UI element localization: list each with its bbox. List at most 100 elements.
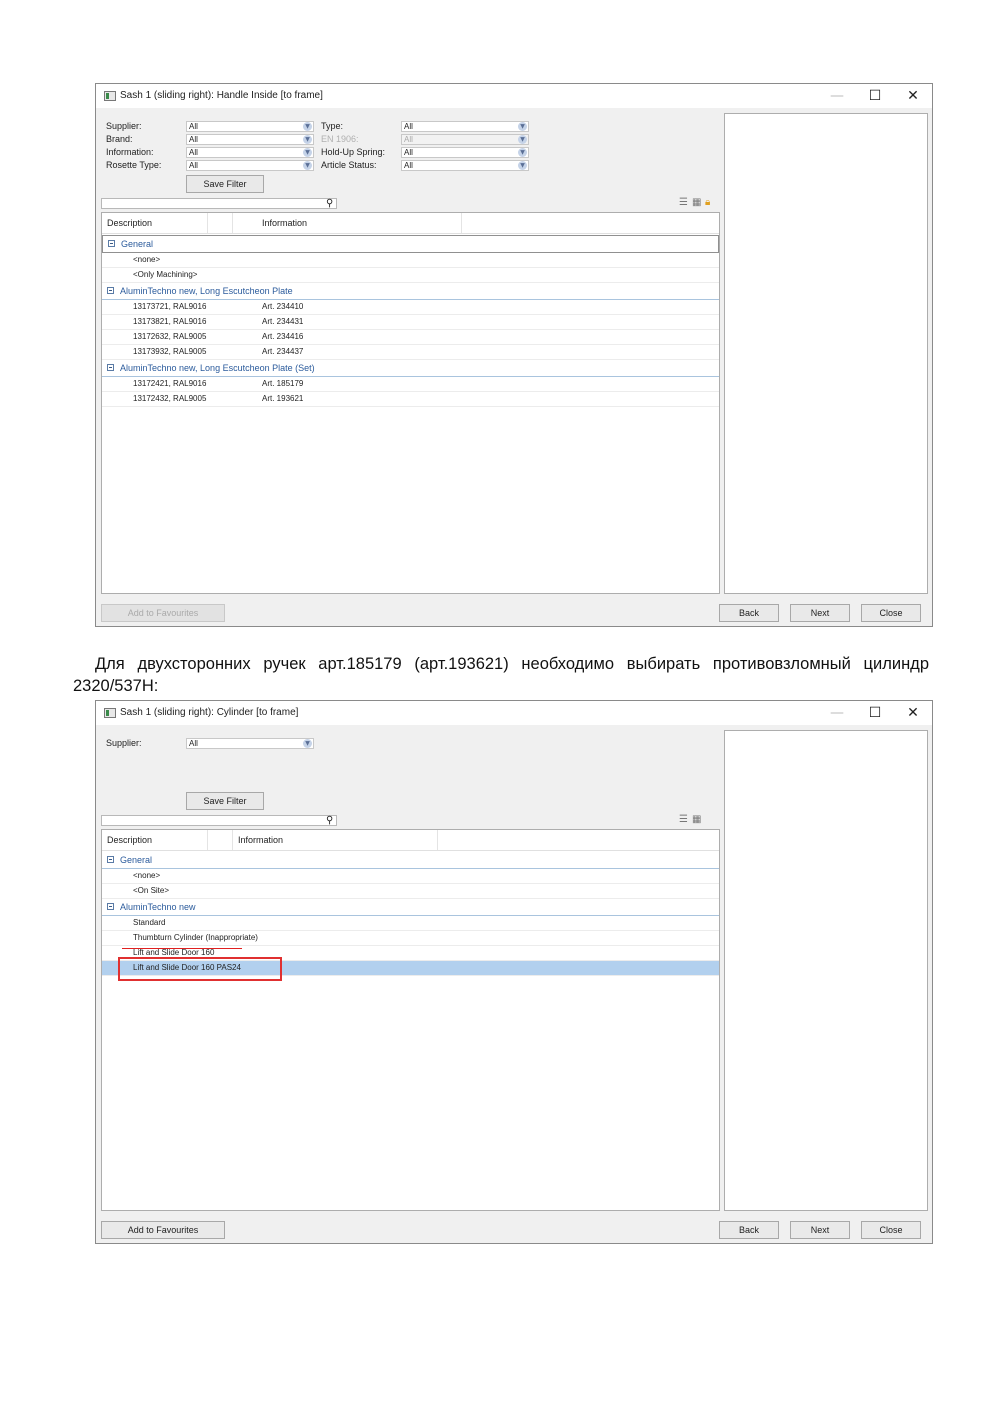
supplier-combo[interactable]: All ▼ — [186, 738, 314, 749]
handle-selection-window: Sash 1 (sliding right): Handle Inside [t… — [95, 83, 933, 627]
rosette-type-label: Rosette Type: — [106, 160, 162, 170]
list-item[interactable]: 13173821, RAL9016 Art. 234431 — [102, 315, 719, 330]
close-button[interactable]: Close — [861, 1221, 921, 1239]
app-icon — [104, 708, 116, 718]
collapse-icon[interactable] — [107, 856, 114, 863]
en1906-value: All — [404, 135, 413, 144]
close-window-button[interactable]: ✕ — [896, 86, 930, 106]
column-information[interactable]: Information — [233, 213, 462, 233]
maximize-button[interactable]: ☐ — [858, 703, 892, 723]
group-long-escutcheon-set[interactable]: AluminTechno new, Long Escutcheon Plate … — [102, 360, 719, 377]
chevron-down-icon: ▼ — [518, 122, 527, 131]
list-item[interactable]: <none> — [102, 869, 719, 884]
type-label: Type: — [321, 121, 344, 131]
group-title: General — [120, 855, 153, 865]
column-spacer — [208, 830, 233, 850]
item-description: 13173821, RAL9016 — [133, 317, 207, 326]
hold-up-spring-combo[interactable]: All ▼ — [401, 147, 529, 158]
search-icon[interactable]: ⚲ — [326, 198, 333, 209]
list-item[interactable]: 13173721, RAL9016 Art. 234410 — [102, 300, 719, 315]
back-button[interactable]: Back — [719, 604, 779, 622]
hold-up-spring-value: All — [404, 148, 413, 157]
item-description: Standard — [133, 918, 166, 927]
window-title: Sash 1 (sliding right): Handle Inside [t… — [120, 90, 323, 101]
collapse-icon[interactable] — [107, 287, 114, 294]
column-header: Description Information — [102, 213, 719, 234]
column-information[interactable]: Information — [233, 830, 438, 850]
type-combo[interactable]: All ▼ — [401, 121, 529, 132]
brand-combo[interactable]: All ▼ — [186, 134, 314, 145]
list-view-icon[interactable]: ☰ — [679, 814, 688, 826]
list-item[interactable]: <On Site> — [102, 884, 719, 899]
type-value: All — [404, 122, 413, 131]
column-description[interactable]: Description — [102, 830, 208, 850]
add-to-favourites-button[interactable]: Add to Favourites — [101, 604, 225, 622]
group-general[interactable]: General — [102, 852, 719, 869]
save-filter-button[interactable]: Save Filter — [186, 175, 264, 193]
chevron-down-icon: ▼ — [303, 135, 312, 144]
collapse-icon[interactable] — [107, 903, 114, 910]
search-input[interactable] — [101, 198, 337, 209]
search-input[interactable] — [101, 815, 337, 826]
item-description: 13173932, RAL9005 — [133, 347, 207, 356]
add-to-favourites-button[interactable]: Add to Favourites — [101, 1221, 225, 1239]
list-item[interactable]: 13172632, RAL9005 Art. 234416 — [102, 330, 719, 345]
cylinder-selection-window: Sash 1 (sliding right): Cylinder [to fra… — [95, 700, 933, 1244]
group-alumintechno-new[interactable]: AluminTechno new — [102, 899, 719, 916]
item-description: 13172432, RAL9005 — [133, 394, 207, 403]
highlight-annotation — [118, 957, 282, 981]
article-status-combo[interactable]: All ▼ — [401, 160, 529, 171]
grid-view-icon[interactable]: ▦ — [692, 197, 701, 209]
next-button[interactable]: Next — [790, 604, 850, 622]
list-item[interactable]: <none> — [102, 253, 719, 268]
back-button[interactable]: Back — [719, 1221, 779, 1239]
item-description: 13172421, RAL9016 — [133, 379, 207, 388]
list-item[interactable]: 13172421, RAL9016 Art. 185179 — [102, 377, 719, 392]
save-filter-button[interactable]: Save Filter — [186, 792, 264, 810]
chevron-down-icon: ▼ — [303, 122, 312, 131]
minimize-button[interactable]: — — [820, 86, 854, 106]
list-item[interactable]: 13172432, RAL9005 Art. 193621 — [102, 392, 719, 407]
list-item[interactable]: <Only Machining> — [102, 268, 719, 283]
item-information: Art. 234416 — [262, 332, 304, 341]
grid-view-icon[interactable]: ▦ — [692, 814, 701, 826]
chevron-down-icon: ▼ — [518, 148, 527, 157]
lock-icon[interactable]: 🔒︎ — [705, 197, 710, 209]
title-bar[interactable]: Sash 1 (sliding right): Handle Inside [t… — [96, 84, 932, 108]
title-bar[interactable]: Sash 1 (sliding right): Cylinder [to fra… — [96, 701, 932, 725]
maximize-button[interactable]: ☐ — [858, 86, 892, 106]
collapse-icon[interactable] — [108, 240, 115, 247]
next-button[interactable]: Next — [790, 1221, 850, 1239]
list-item[interactable]: Thumbturn Cylinder (Inappropriate) — [102, 931, 719, 946]
supplier-combo[interactable]: All ▼ — [186, 121, 314, 132]
item-description: 13172632, RAL9005 — [133, 332, 207, 341]
strikethrough-annotation — [122, 948, 242, 949]
item-information: Art. 234437 — [262, 347, 304, 356]
hold-up-spring-label: Hold-Up Spring: — [321, 147, 386, 157]
search-icon[interactable]: ⚲ — [326, 815, 333, 826]
article-list: Description Information General <none> <… — [101, 212, 720, 594]
rosette-type-value: All — [189, 161, 198, 170]
chevron-down-icon: ▼ — [518, 161, 527, 170]
item-information: Art. 234410 — [262, 302, 304, 311]
app-icon — [104, 91, 116, 101]
group-general[interactable]: General — [102, 235, 719, 253]
minimize-button[interactable]: — — [820, 703, 854, 723]
item-description: 13173721, RAL9016 — [133, 302, 207, 311]
collapse-icon[interactable] — [107, 364, 114, 371]
column-description[interactable]: Description — [102, 213, 208, 233]
preview-panel — [724, 113, 928, 594]
list-item[interactable]: 13173932, RAL9005 Art. 234437 — [102, 345, 719, 360]
rosette-type-combo[interactable]: All ▼ — [186, 160, 314, 171]
brand-value: All — [189, 135, 198, 144]
item-information: Art. 185179 — [262, 379, 304, 388]
close-button[interactable]: Close — [861, 604, 921, 622]
list-item[interactable]: Standard — [102, 916, 719, 931]
close-window-button[interactable]: ✕ — [896, 703, 930, 723]
list-view-icon[interactable]: ☰ — [679, 197, 688, 209]
item-description: <On Site> — [133, 886, 170, 895]
information-combo[interactable]: All ▼ — [186, 147, 314, 158]
group-title: AluminTechno new — [120, 902, 196, 912]
group-long-escutcheon[interactable]: AluminTechno new, Long Escutcheon Plate — [102, 283, 719, 300]
chevron-down-icon: ▼ — [303, 739, 312, 748]
